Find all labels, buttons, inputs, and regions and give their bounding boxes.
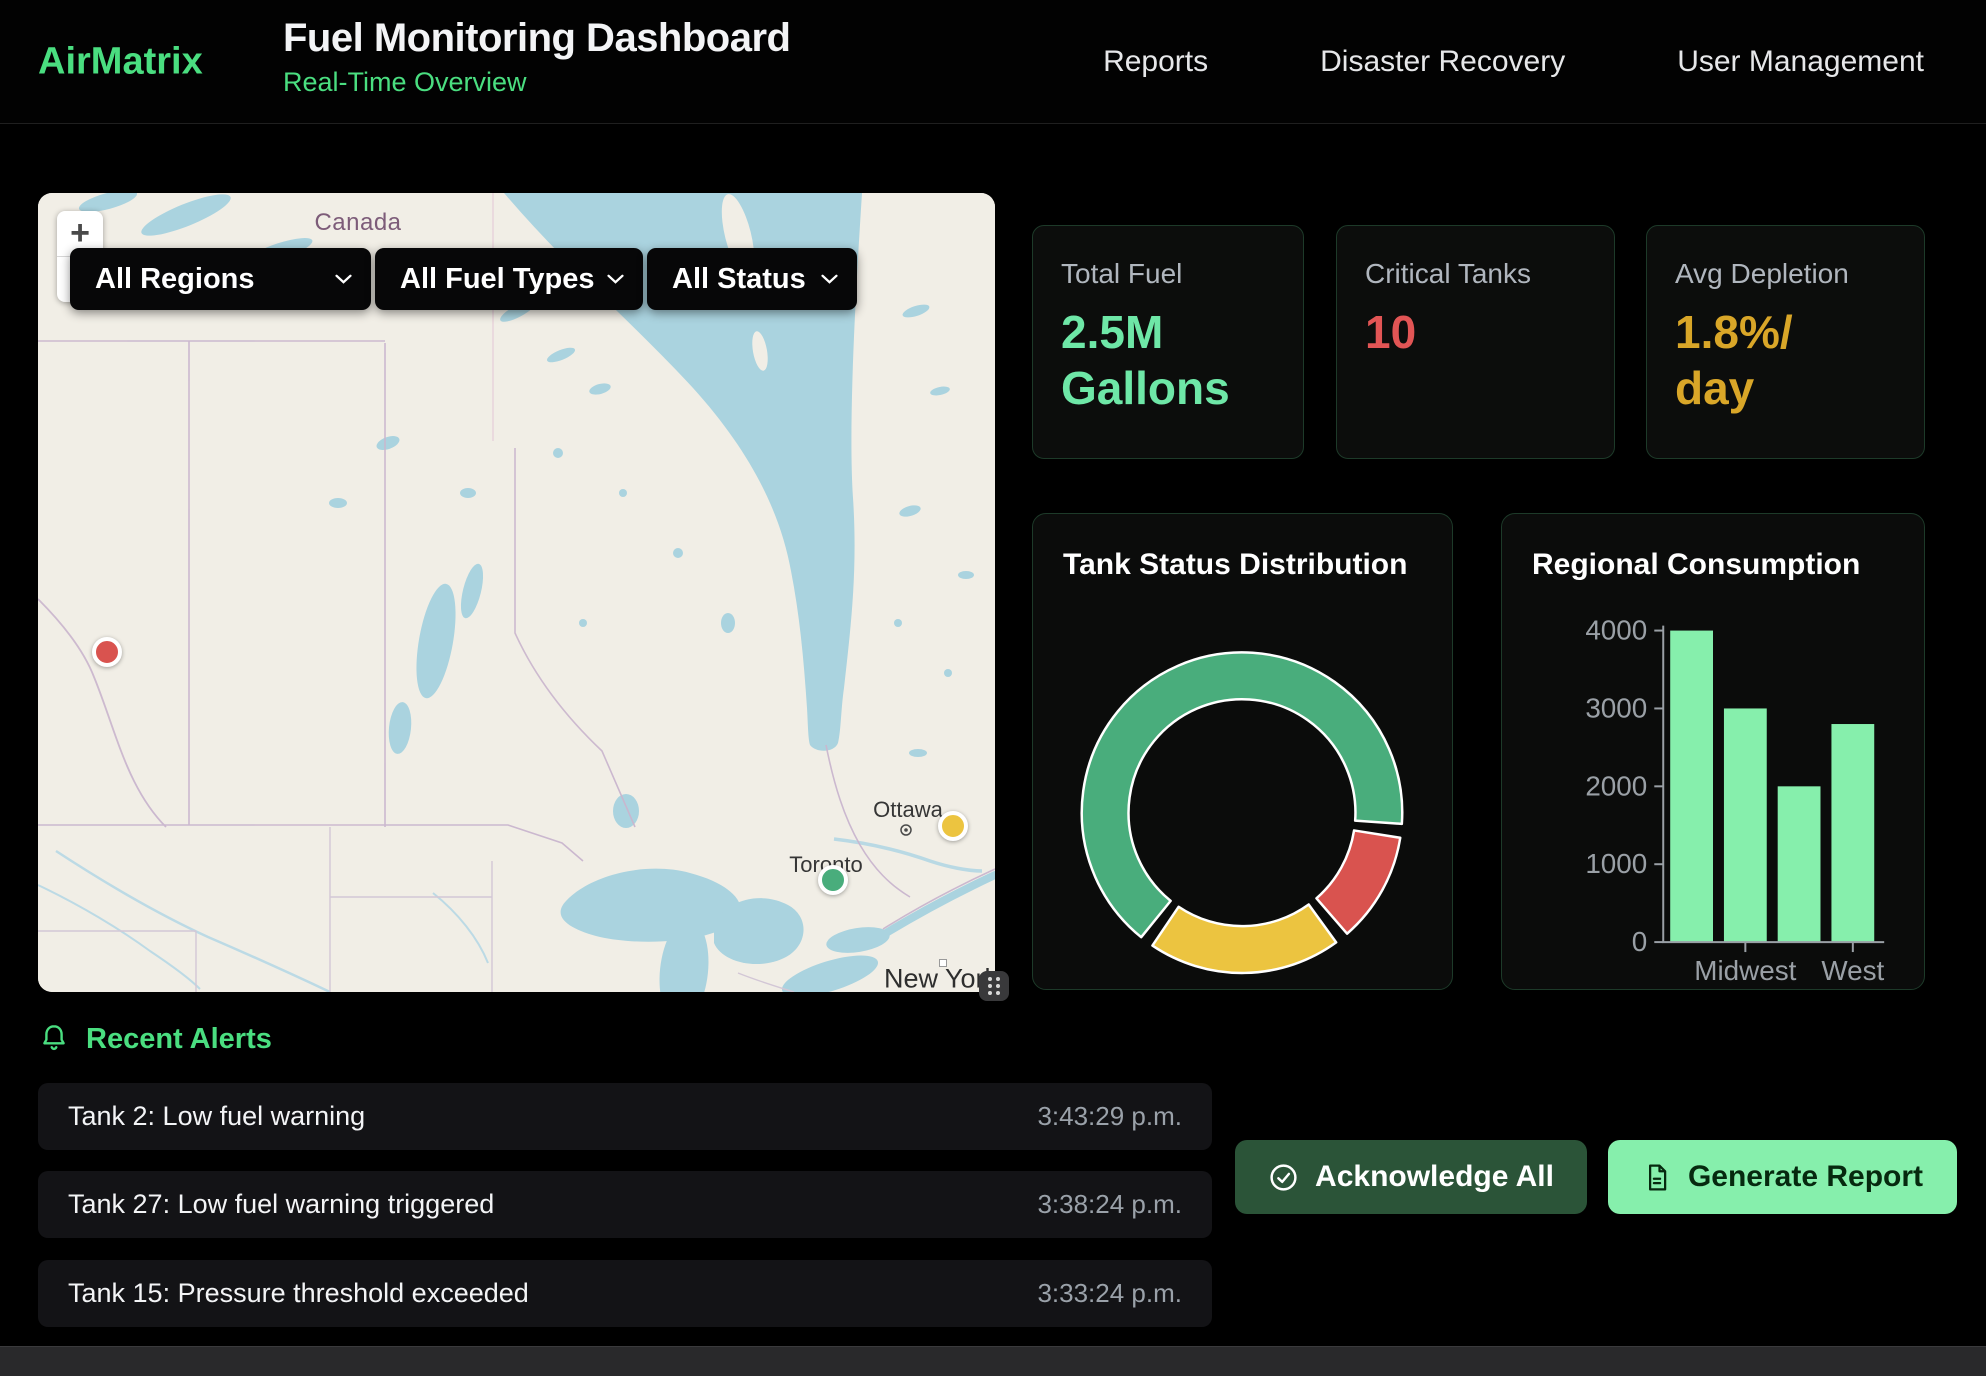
acknowledge-all-button[interactable]: Acknowledge All xyxy=(1235,1140,1587,1214)
stat-label: Critical Tanks xyxy=(1365,258,1586,290)
generate-report-label: Generate Report xyxy=(1688,1160,1923,1194)
bar-x-tick-label: Midwest xyxy=(1694,955,1796,986)
main-nav: Reports Disaster Recovery User Managemen… xyxy=(1103,0,1924,123)
donut-segment-green xyxy=(1082,652,1402,937)
regional-consumption-chart-card: Regional Consumption 0 1000 2000 3000 4000 Mi… xyxy=(1501,513,1925,990)
chevron-down-icon xyxy=(335,274,352,284)
bar-Midwest xyxy=(1724,708,1767,942)
check-circle-icon xyxy=(1268,1162,1299,1193)
town-dot-icon xyxy=(939,959,947,967)
page-subtitle: Real-Time Overview xyxy=(283,67,790,98)
stat-value-critical-tanks: 10 xyxy=(1365,304,1586,360)
stat-label: Avg Depletion xyxy=(1675,258,1896,290)
alerts-title: Recent Alerts xyxy=(86,1023,272,1056)
bar-y-tick-label: 4000 xyxy=(1585,615,1647,646)
acknowledge-all-label: Acknowledge All xyxy=(1315,1160,1554,1194)
tank-status-donut-chart xyxy=(1033,514,1452,989)
stat-label: Total Fuel xyxy=(1061,258,1275,290)
generate-report-button[interactable]: Generate Report xyxy=(1608,1140,1957,1214)
document-icon xyxy=(1642,1162,1672,1193)
donut-chart-title: Tank Status Distribution xyxy=(1063,548,1407,582)
map-attribution-grip-icon[interactable] xyxy=(979,971,1009,1001)
nav-item-user-management[interactable]: User Management xyxy=(1677,45,1924,79)
region-filter-value: All Regions xyxy=(70,263,255,296)
nav-item-reports[interactable]: Reports xyxy=(1103,45,1208,79)
page-title: Fuel Monitoring Dashboard xyxy=(283,16,790,61)
bar-chart-title: Regional Consumption xyxy=(1532,548,1860,582)
map-marker-normal[interactable] xyxy=(818,865,848,895)
tank-status-chart-card: Tank Status Distribution xyxy=(1032,513,1453,990)
map-marker-layer: OttawaTorontoNew York xyxy=(38,193,995,992)
status-filter-dropdown[interactable]: All Status xyxy=(647,248,857,310)
map-marker-critical[interactable] xyxy=(92,637,122,667)
bar-y-tick-label: 0 xyxy=(1632,926,1648,957)
alert-row[interactable]: Tank 15: Pressure threshold exceeded 3:3… xyxy=(38,1260,1212,1327)
fuel-type-filter-dropdown[interactable]: All Fuel Types xyxy=(375,248,643,310)
chevron-down-icon xyxy=(607,274,624,284)
nav-item-disaster-recovery[interactable]: Disaster Recovery xyxy=(1320,45,1565,79)
window-bottom-bar xyxy=(0,1346,1986,1376)
region-filter-dropdown[interactable]: All Regions xyxy=(70,248,371,310)
app-header: AirMatrix Fuel Monitoring Dashboard Real… xyxy=(0,0,1986,124)
bar-West xyxy=(1831,724,1874,942)
alert-row[interactable]: Tank 2: Low fuel warning 3:43:29 p.m. xyxy=(38,1083,1212,1150)
bar-y-tick-label: 2000 xyxy=(1585,770,1647,801)
status-filter-value: All Status xyxy=(647,263,806,296)
map-city-label-ottawa: Ottawa xyxy=(873,797,943,823)
app-window: AirMatrix Fuel Monitoring Dashboard Real… xyxy=(0,0,1986,1376)
regional-consumption-bar-chart: 0 1000 2000 3000 4000 Midwest West xyxy=(1502,514,1924,989)
map-marker-warning[interactable] xyxy=(938,811,968,841)
bar-y-tick-label: 1000 xyxy=(1585,848,1647,879)
donut-segment-red xyxy=(1316,830,1400,933)
alert-timestamp: 3:33:24 p.m. xyxy=(1037,1278,1182,1309)
alert-timestamp: 3:38:24 p.m. xyxy=(1037,1189,1182,1220)
alert-text: Tank 2: Low fuel warning xyxy=(68,1101,365,1132)
capital-city-dot-icon xyxy=(899,823,913,837)
bar-region-1 xyxy=(1670,631,1713,943)
fuel-type-filter-value: All Fuel Types xyxy=(375,263,594,296)
alert-row[interactable]: Tank 27: Low fuel warning triggered 3:38… xyxy=(38,1171,1212,1238)
stat-value-avg-depletion: 1.8%/day xyxy=(1675,304,1896,416)
alerts-header: Recent Alerts xyxy=(38,1022,272,1056)
bar-region-3 xyxy=(1778,786,1821,942)
chevron-down-icon xyxy=(821,274,838,284)
stat-card-total-fuel: Total Fuel 2.5MGallons xyxy=(1032,225,1304,459)
bar-x-tick-label: West xyxy=(1821,955,1884,986)
bell-icon xyxy=(38,1022,70,1056)
stat-card-avg-depletion: Avg Depletion 1.8%/day xyxy=(1646,225,1925,459)
map[interactable]: Canada OttawaTorontoNew York + All Regio… xyxy=(38,193,995,992)
stat-card-critical-tanks: Critical Tanks 10 xyxy=(1336,225,1615,459)
stat-value-total-fuel: 2.5MGallons xyxy=(1061,304,1275,416)
alert-text: Tank 15: Pressure threshold exceeded xyxy=(68,1278,529,1309)
title-block: Fuel Monitoring Dashboard Real-Time Over… xyxy=(283,16,790,98)
bar-y-tick-label: 3000 xyxy=(1585,692,1647,723)
brand-logo[interactable]: AirMatrix xyxy=(38,40,203,83)
alert-text: Tank 27: Low fuel warning triggered xyxy=(68,1189,494,1220)
alert-timestamp: 3:43:29 p.m. xyxy=(1037,1101,1182,1132)
bar-axes xyxy=(1663,626,1884,943)
donut-segment-yellow xyxy=(1152,904,1336,972)
